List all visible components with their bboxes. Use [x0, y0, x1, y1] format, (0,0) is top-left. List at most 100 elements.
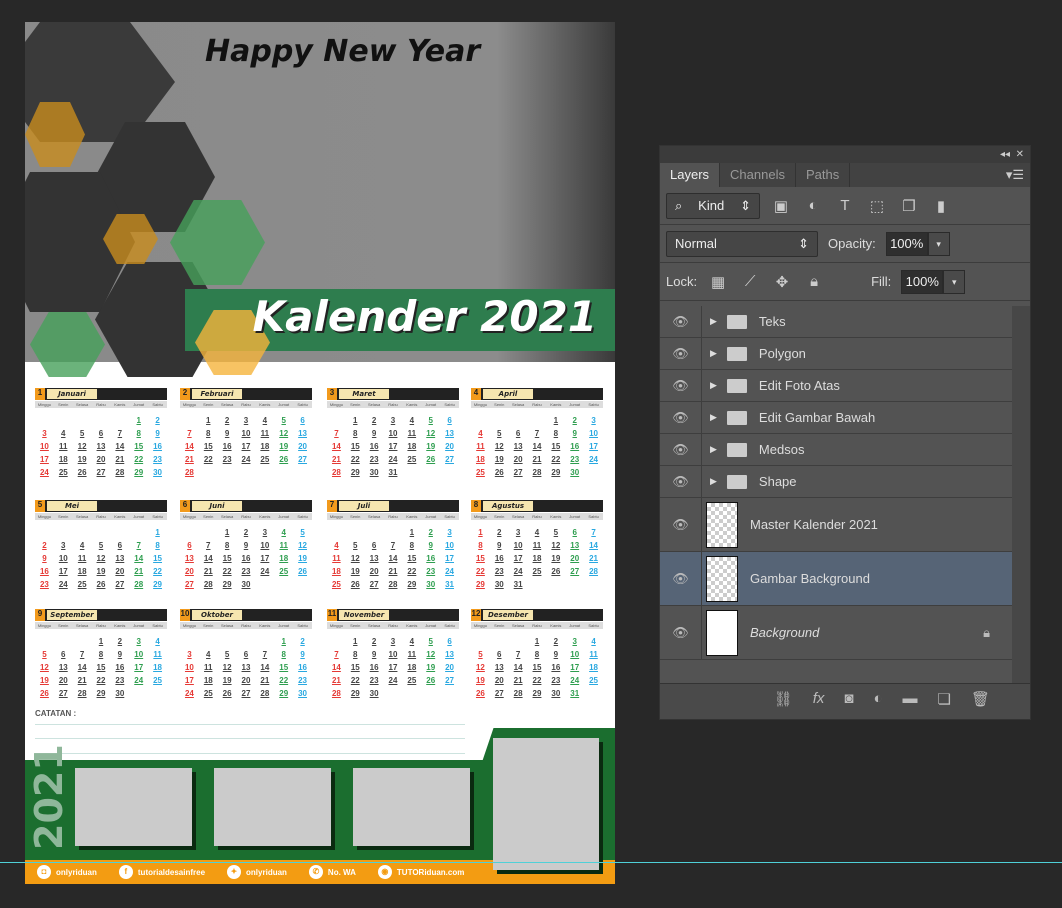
visibility-eye-icon[interactable]: 👁︎: [660, 552, 702, 605]
opacity-dropdown[interactable]: ▾: [927, 231, 950, 256]
type-filter-icon[interactable]: T: [834, 197, 856, 214]
expand-triangle-icon[interactable]: ▶: [710, 316, 717, 327]
expand-triangle-icon[interactable]: ▶: [710, 476, 717, 487]
day-cell: 25: [153, 676, 163, 685]
layer-row[interactable]: 👁︎ ▶ Edit Foto Atas: [660, 370, 1012, 402]
day-header: Senin: [494, 623, 505, 628]
lock-label: Lock:: [666, 274, 698, 289]
visibility-eye-icon[interactable]: 👁︎: [660, 606, 702, 659]
day-cell: 28: [513, 689, 523, 698]
collapse-icon[interactable]: ◂◂: [1000, 149, 1010, 160]
shape-filter-icon[interactable]: ⬚: [866, 197, 888, 215]
layer-row[interactable]: 👁︎ ▶ Teks: [660, 306, 1012, 338]
day-cell: 15: [96, 663, 106, 672]
delete-layer-icon[interactable]: 🗑︎: [971, 690, 990, 719]
layer-row[interactable]: 👁︎ ▶ Medsos: [660, 434, 1012, 466]
day-cell: 4: [155, 637, 160, 646]
layer-row[interactable]: 👁︎ ▶ Edit Gambar Bawah: [660, 402, 1012, 434]
fill-input[interactable]: 100%: [901, 269, 944, 294]
day-header: Minggu: [473, 623, 487, 628]
lock-all-icon[interactable]: 🔒︎: [803, 273, 825, 290]
day-cell: 6: [187, 541, 192, 550]
opacity-input[interactable]: 100%: [885, 231, 928, 256]
search-icon: ⌕: [675, 197, 683, 213]
day-header: Kamis: [406, 514, 418, 519]
day-cell: 5: [428, 637, 433, 646]
smart-object-filter-icon[interactable]: ❐: [898, 197, 920, 215]
day-cell: [73, 528, 92, 538]
day-cell: 24: [184, 689, 194, 698]
layer-row[interactable]: 👁︎ Gambar Background: [660, 552, 1012, 606]
visibility-eye-icon[interactable]: 👁︎: [660, 306, 702, 337]
layer-row[interactable]: 👁︎ Master Kalender 2021: [660, 498, 1012, 552]
panel-menu-icon[interactable]: ▾☰: [1006, 167, 1024, 183]
fill-label: Fill:: [871, 274, 892, 289]
layer-row[interactable]: 👁︎ Background 🔒︎: [660, 606, 1012, 660]
link-layers-icon[interactable]: ⛓: [774, 690, 793, 719]
fill-dropdown[interactable]: ▾: [943, 269, 966, 294]
day-cell: 20: [570, 554, 580, 563]
day-cell: 17: [388, 663, 398, 672]
lock-position-icon[interactable]: ✥: [771, 273, 793, 291]
social-item: ✆ No. WA: [308, 865, 356, 879]
day-cell: 6: [61, 650, 66, 659]
expand-triangle-icon[interactable]: ▶: [710, 380, 717, 391]
lock-transparent-icon[interactable]: ▦: [707, 273, 729, 291]
day-cell: 25: [260, 455, 270, 464]
day-cell: 25: [77, 580, 87, 589]
day-cell: 2: [224, 416, 230, 425]
visibility-eye-icon[interactable]: 👁︎: [660, 466, 702, 497]
day-cell: 26: [494, 468, 504, 477]
visibility-eye-icon[interactable]: 👁︎: [660, 434, 702, 465]
side-year: 2021: [27, 744, 71, 850]
day-cell: 1: [98, 637, 104, 646]
day-header: Kamis: [406, 623, 418, 628]
visibility-eye-icon[interactable]: 👁︎: [660, 402, 702, 433]
day-cell: 30: [426, 580, 436, 589]
day-cell: 23: [426, 567, 436, 576]
close-icon[interactable]: ✕: [1016, 149, 1024, 160]
month-number: 12: [471, 609, 481, 621]
filter-toggle-icon[interactable]: ▮: [930, 197, 952, 215]
day-cell: 25: [279, 567, 289, 576]
month-header: 4 April: [471, 388, 603, 400]
filter-kind-select[interactable]: ⌕ Kind ⇕: [666, 192, 760, 219]
day-cell: 3: [243, 416, 249, 425]
whatsapp-icon: ✆: [308, 865, 323, 879]
layer-row[interactable]: 👁︎ ▶ Shape: [660, 466, 1012, 498]
layers-scrollbar[interactable]: [1012, 306, 1030, 684]
expand-triangle-icon[interactable]: ▶: [710, 412, 717, 423]
layer-row[interactable]: 👁︎ ▶ Polygon: [660, 338, 1012, 370]
day-cell: 7: [591, 528, 596, 537]
new-layer-icon[interactable]: ❏: [938, 690, 951, 719]
tab-channels[interactable]: Channels: [720, 163, 796, 187]
day-cell: 11: [476, 442, 485, 451]
day-cell: 4: [206, 650, 211, 659]
note-line: [35, 753, 465, 754]
day-header: Senin: [58, 623, 69, 628]
lock-paint-icon[interactable]: ⟋: [739, 273, 761, 290]
tab-layers[interactable]: Layers: [660, 163, 721, 187]
expand-triangle-icon[interactable]: ▶: [710, 444, 717, 455]
new-group-icon[interactable]: ▬: [903, 690, 918, 719]
add-mask-icon[interactable]: ◙: [844, 690, 853, 719]
visibility-eye-icon[interactable]: 👁︎: [660, 498, 702, 551]
visibility-eye-icon[interactable]: 👁︎: [660, 370, 702, 401]
day-header: Sabtu: [588, 514, 599, 519]
pixel-filter-icon[interactable]: ▣: [770, 197, 792, 215]
day-cell: 22: [203, 455, 213, 464]
adjustment-filter-icon[interactable]: ◐: [802, 197, 824, 214]
day-cell: 11: [260, 429, 270, 438]
expand-triangle-icon[interactable]: ▶: [710, 348, 717, 359]
visibility-eye-icon[interactable]: 👁︎: [660, 338, 702, 369]
fx-icon[interactable]: fx: [813, 690, 825, 719]
day-cell: 15: [134, 442, 144, 451]
blend-mode-select[interactable]: Normal ⇕: [666, 230, 818, 257]
day-cell: 30: [369, 468, 379, 477]
day-cell: 7: [136, 541, 141, 550]
day-cell: 31: [388, 468, 398, 477]
day-cell: 24: [241, 455, 251, 464]
tab-paths[interactable]: Paths: [796, 163, 851, 187]
day-header: Senin: [350, 402, 361, 407]
adjustment-layer-icon[interactable]: ◐: [873, 690, 882, 719]
